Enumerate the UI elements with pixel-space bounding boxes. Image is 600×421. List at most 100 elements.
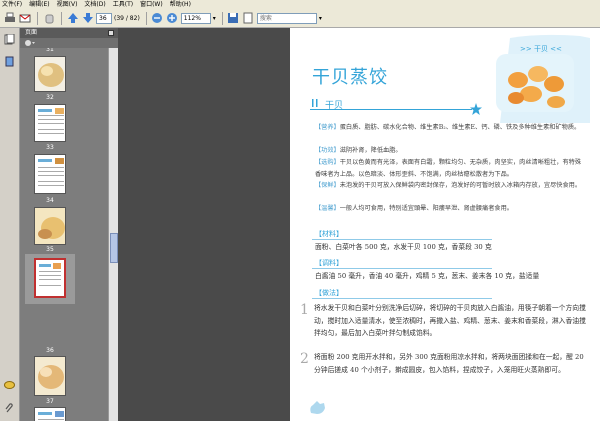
select-value: 干贝以色黄而有光泽，表面有白霜，颗粒均匀、无杂质，肉坚实，肉丝清晰粗壮，有特殊香… xyxy=(315,159,582,178)
thumbnail-page-33[interactable] xyxy=(34,104,66,142)
menu-window[interactable]: 窗口(W) xyxy=(140,0,163,9)
thumbnail-text-page xyxy=(38,411,64,420)
zoom-out-icon xyxy=(152,13,163,23)
nutrition-label: 【营养】 xyxy=(315,124,340,131)
zoom-out-button[interactable] xyxy=(151,12,164,25)
thumbnail-text-page xyxy=(39,263,61,286)
thumbnail-label: 34 xyxy=(46,197,54,204)
function-label: 【功效】 xyxy=(315,147,340,154)
nutrition-text: 【营养】蛋白质、脂肪、碳水化合物、维生素B₂、维生素E、钙、磷、铁及多种维生素和… xyxy=(315,122,585,134)
title-underline xyxy=(310,109,472,110)
print-icon xyxy=(4,12,15,22)
comment-icon[interactable] xyxy=(4,380,15,391)
hand-tool-button[interactable] xyxy=(42,12,55,25)
thumbnail-label: 36 xyxy=(46,347,54,354)
page-number-input[interactable] xyxy=(96,12,112,24)
function-text: 【功效】滋阴补肾，降低血脂。 xyxy=(315,145,585,157)
section-divider xyxy=(312,298,492,299)
save-button[interactable] xyxy=(227,12,240,25)
materials-heading: 【材料】 xyxy=(315,230,343,238)
menu-edit[interactable]: 编辑(E) xyxy=(29,0,49,9)
zoom-field[interactable] xyxy=(180,12,211,24)
menu-document[interactable]: 文档(D) xyxy=(84,0,105,9)
step-number: 1 xyxy=(300,302,309,318)
email-icon xyxy=(19,14,30,23)
save-icon xyxy=(228,13,239,23)
seasoning-heading: 【调料】 xyxy=(315,259,343,267)
page-count: (39 / 82) xyxy=(114,14,140,22)
document-page[interactable]: >> 干贝 << 干贝蒸饺 干贝 【营养】蛋白质、脂肪、碳水化合物、维生素B₂、… xyxy=(290,28,600,421)
zoom-in-icon xyxy=(167,13,178,23)
utensils-icon xyxy=(312,99,318,107)
toolbar: (39 / 82) ▾ ▾ xyxy=(0,9,600,28)
zoom-in-button[interactable] xyxy=(166,12,179,25)
star-icon xyxy=(470,103,482,115)
note-value: 一般人均可食用，特别适宜頭晕、阳痿早泄、肾虚腰痛者食用。 xyxy=(339,205,513,212)
thumbnail-label: 33 xyxy=(46,144,54,151)
section-divider xyxy=(312,239,492,240)
thumbnail-label: 32 xyxy=(46,94,54,101)
bookmark-icon[interactable] xyxy=(4,56,15,67)
thumbnail-scrollbar[interactable] xyxy=(108,48,118,421)
select-text: 【选购】干贝以色黄而有光泽，表面有白霜，颗粒均匀、无杂质，肉坚实，肉丝清晰粗壮，… xyxy=(315,157,585,180)
next-page-button[interactable] xyxy=(81,12,94,25)
prev-page-button[interactable] xyxy=(66,12,79,25)
menu-help[interactable]: 帮助(H) xyxy=(170,0,191,9)
thumbnail-food-image xyxy=(38,365,64,389)
thumbnail-page-38[interactable] xyxy=(34,407,66,421)
toolbar-separator xyxy=(37,11,38,25)
panel-options xyxy=(20,38,118,48)
gear-icon[interactable] xyxy=(24,39,36,47)
scrollbar-thumb[interactable] xyxy=(110,233,118,263)
thumbnail-page-34[interactable] xyxy=(34,154,66,194)
step-text: 将面粉 200 克用开水拌和，另外 300 克面粉用凉水拌和，将两块面团揉和在一… xyxy=(314,353,584,374)
email-button[interactable] xyxy=(18,12,31,25)
note-label: 【温馨】 xyxy=(315,205,340,212)
thumbnail-label: 35 xyxy=(46,246,54,253)
note-text: 【温馨】一般人均可食用，特别适宜頭晕、阳痿早泄、肾虚腰痛者食用。 xyxy=(315,203,585,215)
food-photo xyxy=(496,54,574,112)
search-input[interactable] xyxy=(256,12,317,24)
toolbar-separator xyxy=(221,11,223,25)
down-arrow-icon xyxy=(82,13,93,23)
thumbnail-list: 31 32 33 34 35 36 37 xyxy=(20,48,108,421)
select-label: 【选购】 xyxy=(315,159,340,166)
thumbnail-food-image xyxy=(38,217,65,239)
chevron-down-icon[interactable]: ▾ xyxy=(213,15,216,22)
fit-page-button[interactable] xyxy=(242,12,255,25)
toolbar-separator xyxy=(61,11,62,25)
thumbnail-page-32[interactable] xyxy=(34,56,66,92)
step-text: 将水发干贝和白菜叶分别洗净后切碎，将切碎的干贝肉放入白酱油，用筷子朝着一个方向搅… xyxy=(314,304,586,337)
function-value: 滋阴补肾，降低血脂。 xyxy=(339,147,402,154)
keep-text: 【保鲜】未泡发的干贝可放入保鲜袋内密封保存，泡发好的可暂时放入冰箱内存放，宜尽快… xyxy=(315,180,585,192)
thumbnail-text-page xyxy=(38,158,64,186)
attachment-icon[interactable] xyxy=(4,403,15,414)
decorative-hand-icon xyxy=(310,401,325,414)
panel-title: 页面 xyxy=(25,29,38,36)
thumbnail-page-35[interactable] xyxy=(34,207,66,245)
navigation-rail xyxy=(0,28,20,421)
thumbnail-label: 31 xyxy=(46,48,54,53)
print-button[interactable] xyxy=(3,12,16,25)
panel-header: 页面 xyxy=(20,28,118,38)
materials-text: 面粉、白菜叶各 500 克，水发干贝 100 克，香菜段 30 克 xyxy=(315,243,492,251)
document-background xyxy=(118,28,290,421)
menu-file[interactable]: 文件(F) xyxy=(2,0,22,9)
search-dropdown-icon[interactable]: ▾ xyxy=(319,15,322,22)
menu-tools[interactable]: 工具(T) xyxy=(113,0,133,9)
page-thumbnails-panel: 页面 31 32 33 34 35 36 37 xyxy=(20,28,118,421)
thumbnail-label: 37 xyxy=(46,398,54,405)
close-icon[interactable] xyxy=(108,30,114,36)
thumbnail-page-37[interactable] xyxy=(34,356,66,396)
menu-view[interactable]: 视图(V) xyxy=(57,0,78,9)
thumbnail-page-36-selected[interactable] xyxy=(34,258,66,298)
category-tag: >> 干贝 << xyxy=(520,45,562,53)
nutrition-value: 蛋白质、脂肪、碳水化合物、维生素B₂、维生素E、钙、磷、铁及多种维生素和矿物质。 xyxy=(339,124,581,131)
toolbar-separator xyxy=(145,11,147,25)
method-heading: 【做法】 xyxy=(315,289,343,297)
pages-icon[interactable] xyxy=(4,34,15,45)
thumbnail-text-page xyxy=(38,108,64,134)
seasoning-text: 白酱油 50 毫升，香油 40 毫升，鸡精 5 克，葱末、姜末各 10 克，盐适… xyxy=(315,272,540,280)
menu-bar: 文件(F) 编辑(E) 视图(V) 文档(D) 工具(T) 窗口(W) 帮助(H… xyxy=(0,0,600,9)
page-title: 干贝蒸饺 xyxy=(312,67,388,88)
